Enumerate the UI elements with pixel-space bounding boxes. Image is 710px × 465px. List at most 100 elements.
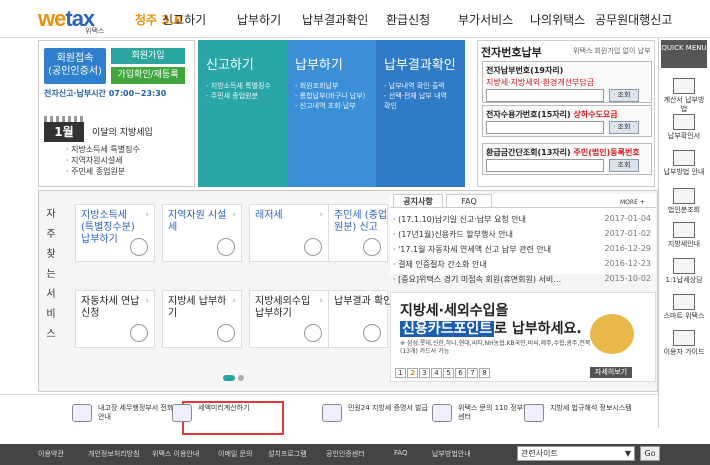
slider-dots[interactable] bbox=[223, 373, 247, 384]
page-button[interactable]: 8 bbox=[479, 368, 490, 378]
service-icon bbox=[217, 238, 235, 256]
epay-row-1: 전자납부번호(19자리) 지방세·지방세외·환경개선부담금 조회 bbox=[482, 61, 652, 103]
refund-number-input[interactable] bbox=[486, 159, 604, 172]
quick-item-0[interactable]: 계산서 납부방법 bbox=[661, 78, 707, 114]
tile-list-item: - 주민세 종업원분 bbox=[206, 92, 259, 100]
page-button[interactable]: 3 bbox=[419, 368, 430, 378]
nav-item-3[interactable]: 환급신청 bbox=[386, 11, 430, 28]
find-account-button[interactable]: 가입확인/재등록 bbox=[111, 67, 185, 84]
tile-list: - 회원조회납부 - 통합납부(바구니 납부) - 신고내역 조회·납부 bbox=[295, 81, 376, 111]
banner-card-list: ※ 삼성,롯데,신한,하나,현대,씨티,NH농협,KB국민,비씨,제주,수협,광… bbox=[400, 340, 591, 355]
logo-subtitle: 위택스 bbox=[85, 27, 105, 35]
epay-number-input[interactable] bbox=[486, 89, 604, 102]
tab-notice[interactable]: 공지사항 bbox=[393, 194, 443, 207]
bottom-link-2[interactable]: 민원24 지방세 증명서 발급 bbox=[322, 404, 438, 422]
dot-inactive[interactable] bbox=[238, 375, 244, 381]
service-icon bbox=[363, 238, 381, 256]
quick-menu-head: QUICK MENU bbox=[661, 40, 707, 68]
footer-link-3[interactable]: 이메일 문의 bbox=[218, 449, 252, 459]
page-button[interactable]: 2 bbox=[407, 368, 418, 378]
notice-row[interactable]: · '17.1월 자동차세 연세액 신고 납부 관련 안내 2016-12-29 bbox=[393, 244, 651, 255]
notice-row[interactable]: · 결제 인증절차 간소화 안내 2016-12-23 bbox=[393, 259, 651, 270]
tile-list-item: 확인 bbox=[384, 102, 397, 110]
service-card-2[interactable]: 레저세 › bbox=[249, 204, 329, 262]
service-card-1[interactable]: 지역자원 시설세 › bbox=[162, 204, 242, 262]
epay-row1-sub: 지방세·지방세외·환경개선부담금 bbox=[486, 78, 595, 87]
tile-title: 신고하기 bbox=[206, 58, 254, 73]
service-card-7[interactable]: 납부결과 확인 › bbox=[328, 290, 392, 348]
related-site-select[interactable]: 관련사이트 ▼ bbox=[517, 446, 635, 461]
login-button[interactable]: 회원접속 (공인인증서) bbox=[44, 48, 106, 84]
related-site-label: 관련사이트 bbox=[521, 449, 558, 458]
banner-pager[interactable]: 12345678 bbox=[395, 367, 491, 378]
footer-link-5[interactable]: 공인인증센터 bbox=[326, 449, 365, 459]
row2-label-text: 전자수용가번호(15자리) bbox=[486, 110, 571, 119]
water-number-input[interactable] bbox=[486, 121, 604, 134]
quick-item-7[interactable]: 이용자 가이드 bbox=[661, 330, 707, 357]
login-sub: (공인인증서) bbox=[48, 66, 102, 77]
footer-link-0[interactable]: 이용약관 bbox=[38, 449, 64, 459]
banner-line2: 신용카드포인트 로 납부하세요. bbox=[400, 318, 582, 338]
quick-item-2[interactable]: 납부방법 안내 bbox=[661, 150, 707, 177]
page-button[interactable]: 1 bbox=[395, 368, 406, 378]
month-tax-list: · 지방소득세 특별징수 · 지역자원시설세 · 주민세 종업원분 bbox=[66, 144, 140, 177]
dot-active[interactable] bbox=[223, 375, 235, 381]
notice-row[interactable]: · (17.1.10)납기일 신고·납부 요청 안내 2017-01-04 bbox=[393, 214, 651, 225]
coin-icon bbox=[590, 314, 634, 354]
notice-more-link[interactable]: MORE + bbox=[620, 199, 645, 206]
bottom-link-label: 민원24 지방세 증명서 발급 bbox=[348, 404, 428, 412]
notice-row[interactable]: · (17년1월)신용카드 할부행사 안내 2017-01-02 bbox=[393, 229, 651, 240]
tile-2[interactable]: 납부결과확인 - 납부내역 확인·출력 - 선택·전체 납부 내역 확인 bbox=[376, 40, 465, 187]
epay-search-button[interactable]: 조회 bbox=[609, 89, 639, 102]
page-button[interactable]: 6 bbox=[455, 368, 466, 378]
quick-item-4[interactable]: 지방세안내 bbox=[661, 222, 707, 249]
page-button[interactable]: 4 bbox=[431, 368, 442, 378]
service-card-0[interactable]: 지방소득세 (특별징수분) 납부하기 › bbox=[75, 204, 155, 262]
bottom-link-1[interactable]: 세액미리계산하기 bbox=[172, 404, 278, 422]
nav-item-1[interactable]: 납부하기 bbox=[237, 11, 281, 28]
bottom-link-4[interactable]: 지방세 법규해석 정보시스템 bbox=[524, 404, 640, 422]
bottom-link-icon bbox=[72, 404, 92, 422]
notice-row[interactable]: · [중요]위택스 경기 미접속 회원(휴면회원) 서비… 2015-10-02 bbox=[393, 274, 651, 285]
service-card-5[interactable]: 지방세 납부하기 › bbox=[162, 290, 242, 348]
month-item: · 주민세 종업원분 bbox=[66, 167, 126, 176]
epay-row1-label: 전자납부번호(19자리) bbox=[486, 66, 564, 75]
footer-link-2[interactable]: 위택스 이용안내 bbox=[152, 449, 199, 459]
notice-divider bbox=[390, 207, 656, 208]
month-item: · 지방소득세 특별징수 bbox=[66, 145, 140, 154]
nav-item-6[interactable]: 공무원대행신고 bbox=[595, 11, 672, 28]
quick-item-6[interactable]: 스마트 위택스 bbox=[661, 294, 707, 321]
page-button[interactable]: 7 bbox=[467, 368, 478, 378]
banner-detail-button[interactable]: 자세히보기 bbox=[590, 367, 632, 378]
quick-item-label: 납부방법 안내 bbox=[663, 168, 705, 176]
nav-item-2[interactable]: 납부결과확인 bbox=[302, 11, 368, 28]
quick-menu-icon bbox=[673, 294, 695, 310]
nav-item-4[interactable]: 부가서비스 bbox=[458, 11, 513, 28]
quick-item-5[interactable]: 1:1납세상담 bbox=[661, 258, 707, 285]
quick-menu-icon bbox=[673, 222, 695, 238]
tile-0[interactable]: 신고하기 - 지방소득세 특별징수 - 주민세 종업원분 bbox=[198, 40, 287, 187]
chevron-right-icon: › bbox=[232, 210, 236, 220]
footer-link-1[interactable]: 개인정보처리방침 bbox=[88, 449, 140, 459]
refund-search-button[interactable]: 조회 bbox=[609, 159, 639, 172]
tab-faq[interactable]: FAQ bbox=[446, 194, 492, 207]
nav-item-0[interactable]: 신고하기 bbox=[162, 11, 206, 28]
join-button[interactable]: 회원가입 bbox=[111, 48, 185, 64]
quick-item-3[interactable]: 법인분조회 bbox=[661, 188, 707, 215]
service-card-6[interactable]: 지방세외수입 납부하기 › bbox=[249, 290, 329, 348]
nav-item-5[interactable]: 나의위택스 bbox=[530, 11, 585, 28]
tile-list-item: - 회원조회납부 bbox=[295, 82, 339, 90]
tile-1[interactable]: 납부하기 - 회원조회납부 - 통합납부(바구니 납부) - 신고내역 조회·납부 bbox=[287, 40, 376, 187]
footer-link-6[interactable]: FAQ bbox=[394, 449, 408, 457]
footer-link-7[interactable]: 납부방법안내 bbox=[432, 449, 471, 459]
service-card-4[interactable]: 자동차세 연납신청 › bbox=[75, 290, 155, 348]
go-button[interactable]: Go bbox=[640, 446, 660, 461]
service-card-3[interactable]: 주민세 (종업원분) 신고 › bbox=[328, 204, 388, 262]
water-search-button[interactable]: 조회 bbox=[609, 121, 639, 134]
chevron-right-icon: › bbox=[319, 210, 323, 220]
service-icon bbox=[217, 324, 235, 342]
footer-link-4[interactable]: 설치프로그램 bbox=[268, 449, 307, 459]
quick-item-1[interactable]: 납부확인서 bbox=[661, 114, 707, 141]
page-button[interactable]: 5 bbox=[443, 368, 454, 378]
epay-row-3: 환급금간단조회(13자리) 주민(법인)등록번호 조회 bbox=[482, 143, 652, 175]
